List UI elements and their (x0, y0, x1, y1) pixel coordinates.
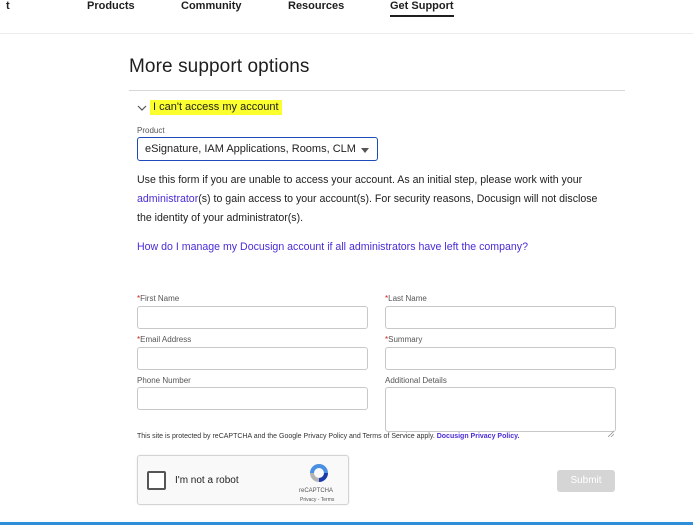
recaptcha-logo-icon (308, 462, 330, 489)
phone-label: Phone Number (137, 376, 191, 385)
recaptcha-notice: This site is protected by reCAPTCHA and … (137, 433, 519, 440)
intro-text-2: (s) to gain access to your account(s). F… (137, 193, 598, 224)
dropdown-caret-icon (361, 148, 369, 153)
product-select[interactable]: eSignature, IAM Applications, Rooms, CLM (137, 137, 378, 161)
recaptcha-terms[interactable]: Privacy - Terms (300, 497, 334, 503)
summary-label-text: Summary (388, 335, 423, 344)
recaptcha-widget: I'm not a robot reCAPTCHA Privacy - Term… (137, 455, 349, 505)
recaptcha-brand: reCAPTCHA (299, 488, 334, 494)
faq-link[interactable]: How do I manage my Docusign account if a… (137, 241, 528, 253)
phone-field[interactable] (137, 387, 368, 410)
first-name-field[interactable] (137, 306, 368, 329)
summary-label: *Summary (385, 335, 422, 344)
first-name-label-text: First Name (140, 294, 180, 303)
nav-item-products[interactable]: Products (87, 0, 135, 12)
product-label: Product (137, 126, 165, 135)
nav-cut-item[interactable]: t (6, 0, 10, 12)
privacy-policy-link[interactable]: Docusign Privacy Policy. (437, 433, 520, 440)
recaptcha-label: I'm not a robot (175, 475, 239, 486)
nav-item-get-support[interactable]: Get Support (390, 0, 454, 17)
email-label: *Email Address (137, 335, 191, 344)
intro-text-1: Use this form if you are unable to acces… (137, 174, 583, 186)
top-nav: t Products Community Resources Get Suppo… (0, 0, 693, 34)
page-title: More support options (129, 56, 310, 77)
nav-item-community[interactable]: Community (181, 0, 242, 12)
details-label: Additional Details (385, 376, 447, 385)
last-name-label: *Last Name (385, 294, 427, 303)
email-label-text: Email Address (140, 335, 192, 344)
accordion-cant-access-account[interactable]: I can't access my account (136, 98, 282, 116)
submit-button[interactable]: Submit (557, 470, 615, 492)
chevron-down-icon (136, 101, 148, 113)
accordion-label: I can't access my account (150, 99, 282, 115)
notice-text: This site is protected by reCAPTCHA and … (137, 433, 435, 440)
resize-handle-icon[interactable] (607, 424, 615, 438)
first-name-label: *First Name (137, 294, 179, 303)
additional-details-field[interactable] (385, 387, 616, 432)
recaptcha-checkbox[interactable] (147, 471, 166, 490)
last-name-field[interactable] (385, 306, 616, 329)
product-selected-value: eSignature, IAM Applications, Rooms, CLM (145, 143, 356, 155)
email-field[interactable] (137, 347, 368, 370)
intro-paragraph: Use this form if you are unable to acces… (137, 171, 607, 228)
nav-item-resources[interactable]: Resources (288, 0, 344, 12)
section-divider (129, 90, 625, 91)
summary-field[interactable] (385, 347, 616, 370)
last-name-label-text: Last Name (388, 294, 427, 303)
administrator-link[interactable]: administrator (137, 193, 198, 205)
